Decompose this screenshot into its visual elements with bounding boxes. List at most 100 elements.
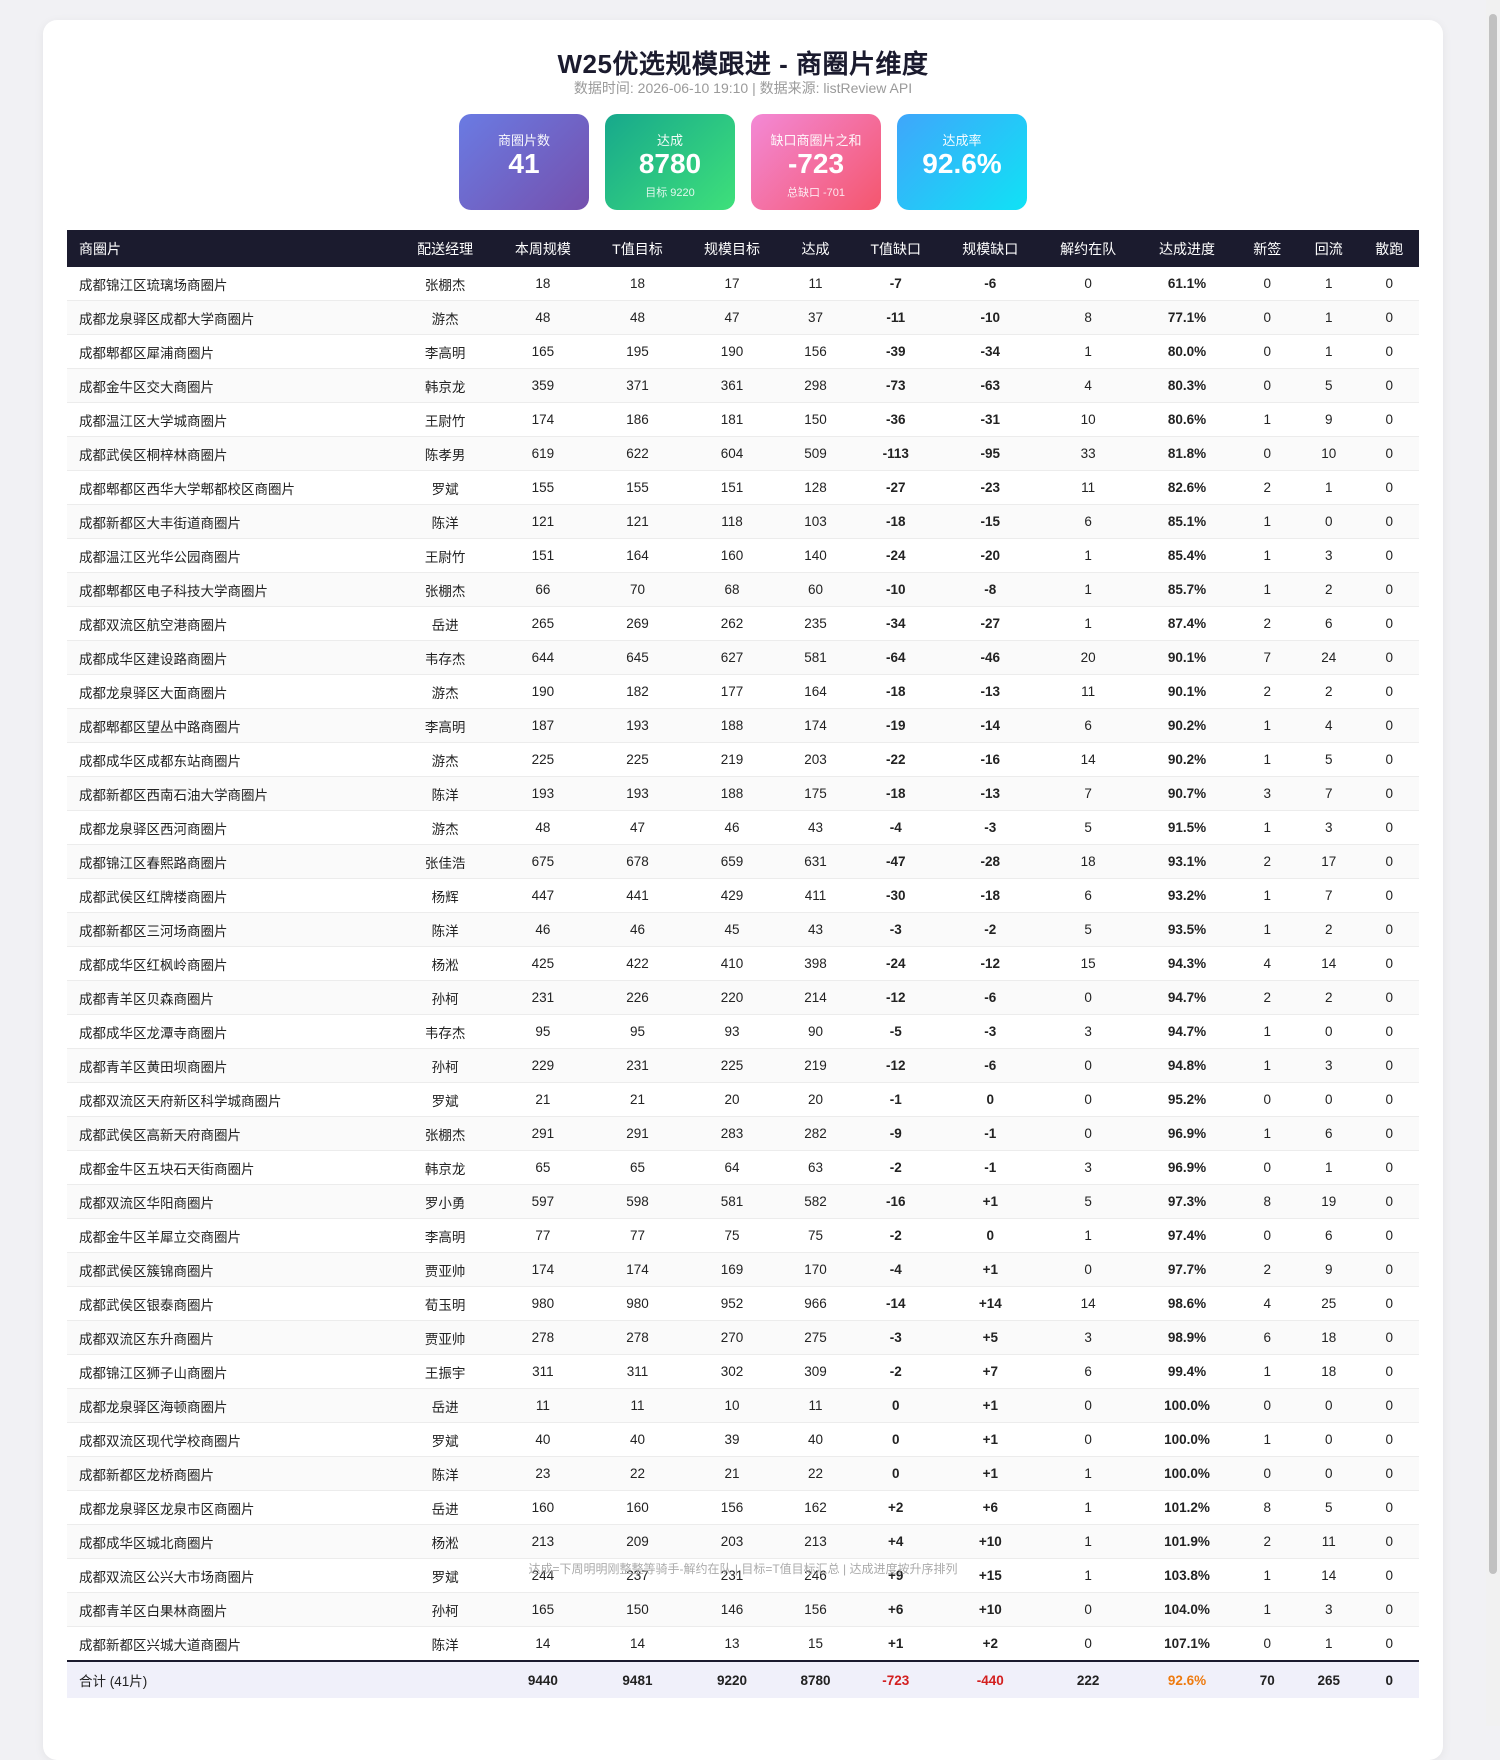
table-row: 成都青羊区黄田坝商圈片 孙柯 229 231 225 219 -12 -6 0 94.8% 1 3 0 [67,1048,1419,1083]
table-cell: 361 [682,368,782,403]
table-cell: 10 [682,1388,782,1423]
table-cell: 121 [592,504,683,539]
table-cell: 成都青羊区白果林商圈片 [67,1592,397,1627]
kpi-row: 商圈片数 41 达成 8780 目标 9220 缺口商圈片之和 -723 总缺口… [459,114,1027,210]
table-cell: 21 [592,1082,683,1117]
table-cell: 孙柯 [396,980,494,1015]
table-cell: 447 [493,878,593,913]
table-cell: 陈洋 [396,776,494,811]
table-cell: 429 [682,878,782,913]
table-cell: 0 [849,1422,942,1457]
table-cell: 190 [493,674,593,709]
scrollbar-thumb[interactable] [1489,14,1497,1574]
table-cell: 0 [1359,1524,1419,1559]
table-cell: 4 [1236,946,1299,981]
kpi-value: -723 [787,148,845,179]
table-cell: 0 [1236,1218,1299,1253]
table-cell: -2 [849,1354,942,1389]
table-cell: 77.1% [1137,300,1237,335]
table-cell: 190 [682,334,782,369]
total-cell: -440 [941,1660,1039,1698]
table-cell: 6 [1298,1116,1360,1151]
table-cell: 214 [781,980,850,1015]
table-cell: 37 [781,300,850,335]
table-row: 成都金牛区羊犀立交商圈片 李高明 77 77 75 75 -2 0 1 97.4% 0 6 0 [67,1218,1419,1253]
table-cell: 0 [1359,1082,1419,1117]
table-cell: 1 [1236,878,1299,913]
table-cell: 0 [1359,1150,1419,1185]
table-cell: 128 [781,470,850,505]
table-cell: 0 [1359,1626,1419,1662]
column-header: T值目标 [592,230,683,267]
table-cell: +6 [849,1592,942,1627]
table-cell: -47 [849,844,942,879]
table-cell: 174 [493,1252,593,1287]
kpi-value: 41 [508,148,540,179]
table-cell: 成都郫都区犀浦商圈片 [67,334,397,369]
table-cell: 60 [781,572,850,607]
table-cell: +10 [941,1592,1039,1627]
table-cell: 104.0% [1137,1592,1237,1627]
table-cell: 7 [1038,776,1138,811]
table-cell: 罗斌 [396,1422,494,1457]
table-cell: 219 [781,1048,850,1083]
table-cell: 15 [781,1626,850,1662]
table-cell: 100.0% [1137,1388,1237,1423]
table-cell: 陈洋 [396,912,494,947]
table-cell: 146 [682,1592,782,1627]
table-cell: 0 [1359,538,1419,573]
table-cell: 4 [1236,1286,1299,1321]
table-cell: 581 [682,1184,782,1219]
table-cell: 0 [1359,946,1419,981]
table-cell: 186 [592,402,683,437]
table-cell: -14 [941,708,1039,743]
table-cell: 游杰 [396,742,494,777]
table-cell: 11 [592,1388,683,1423]
column-header: T值缺口 [849,230,942,267]
table-cell: 0 [1298,1422,1360,1457]
table-cell: 96.9% [1137,1150,1237,1185]
table-cell: -63 [941,368,1039,403]
table-cell: 18 [592,267,683,301]
table-cell: 188 [682,776,782,811]
table-cell: 成都龙泉驿区海顿商圈片 [67,1388,397,1423]
table-row: 成都锦江区琉璃场商圈片 张棚杰 18 18 17 11 -7 -6 0 61.1% 0 1 0 [67,267,1419,301]
table-cell: 174 [592,1252,683,1287]
table-row: 成都武侯区银泰商圈片 荀玉明 980 980 952 966 -14 +14 14 98.6% 4 2… [67,1286,1419,1321]
table-row: 成都成华区成都东站商圈片 游杰 225 225 219 203 -22 -16 14 90.2% 1… [67,742,1419,777]
table-cell: 97.3% [1137,1184,1237,1219]
table-cell: 164 [781,674,850,709]
table-cell: 李高明 [396,334,494,369]
table-cell: 64 [682,1150,782,1185]
table-cell: 成都龙泉驿区西河商圈片 [67,810,397,845]
table-cell: 1 [1298,1150,1360,1185]
table-cell: 85.4% [1137,538,1237,573]
table-cell: 2 [1236,606,1299,641]
total-cell: 9481 [592,1660,683,1698]
table-cell: 1 [1298,267,1360,301]
table-cell: 1 [1236,708,1299,743]
table-cell: 10 [1298,436,1360,471]
table-cell: 韦存杰 [396,640,494,675]
table-cell: 22 [592,1456,683,1491]
table-cell: 游杰 [396,674,494,709]
table-cell: 97.4% [1137,1218,1237,1253]
table-cell: 成都成华区成都东站商圈片 [67,742,397,777]
table-cell: 0 [1359,1422,1419,1457]
table-cell: 0 [1298,1014,1360,1049]
table-cell: 0 [1359,1218,1419,1253]
table-cell: -1 [941,1150,1039,1185]
table-cell: -3 [941,810,1039,845]
kpi-label: 缺口商圈片之和 [770,133,862,148]
table-cell: -24 [849,946,942,981]
table-cell: +14 [941,1286,1039,1321]
table-cell: 1 [1236,504,1299,539]
vertical-scrollbar[interactable] [1486,0,1500,1726]
data-table: 商圈片 配送经理 本周规模 T值目标 规模目标 达成 T值缺口 规模缺口 解约在队 达成进度 新签回… [67,230,1419,1698]
table-cell: 成都锦江区狮子山商圈片 [67,1354,397,1389]
table-cell: -23 [941,470,1039,505]
table-cell: 17 [682,267,782,301]
table-cell: 19 [1298,1184,1360,1219]
table-cell: -18 [941,878,1039,913]
table-cell: 203 [781,742,850,777]
